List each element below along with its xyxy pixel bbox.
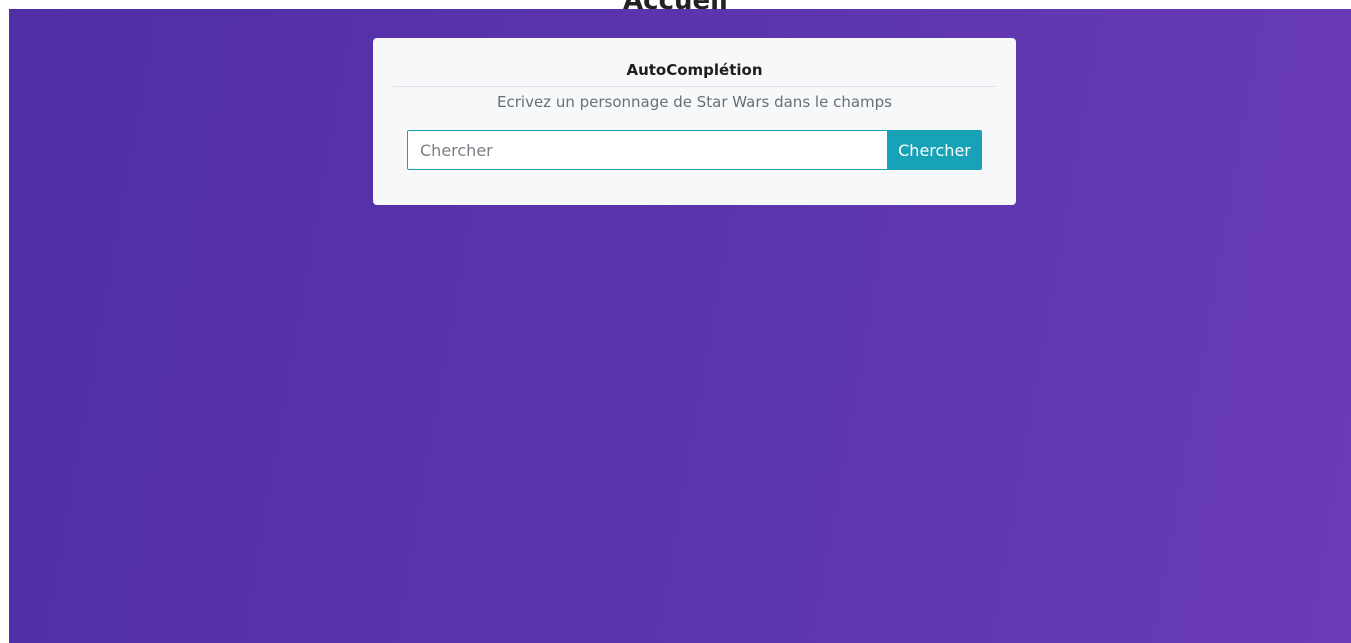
autocomplete-card: AutoComplétion Ecrivez un personnage de …: [373, 38, 1016, 205]
card-subtitle: Ecrivez un personnage de Star Wars dans …: [497, 93, 892, 111]
search-input[interactable]: [407, 130, 887, 170]
card-title: AutoComplétion: [393, 58, 996, 87]
search-form: Chercher: [407, 130, 982, 170]
search-button[interactable]: Chercher: [887, 130, 982, 170]
page-background: AutoComplétion Ecrivez un personnage de …: [9, 9, 1351, 643]
